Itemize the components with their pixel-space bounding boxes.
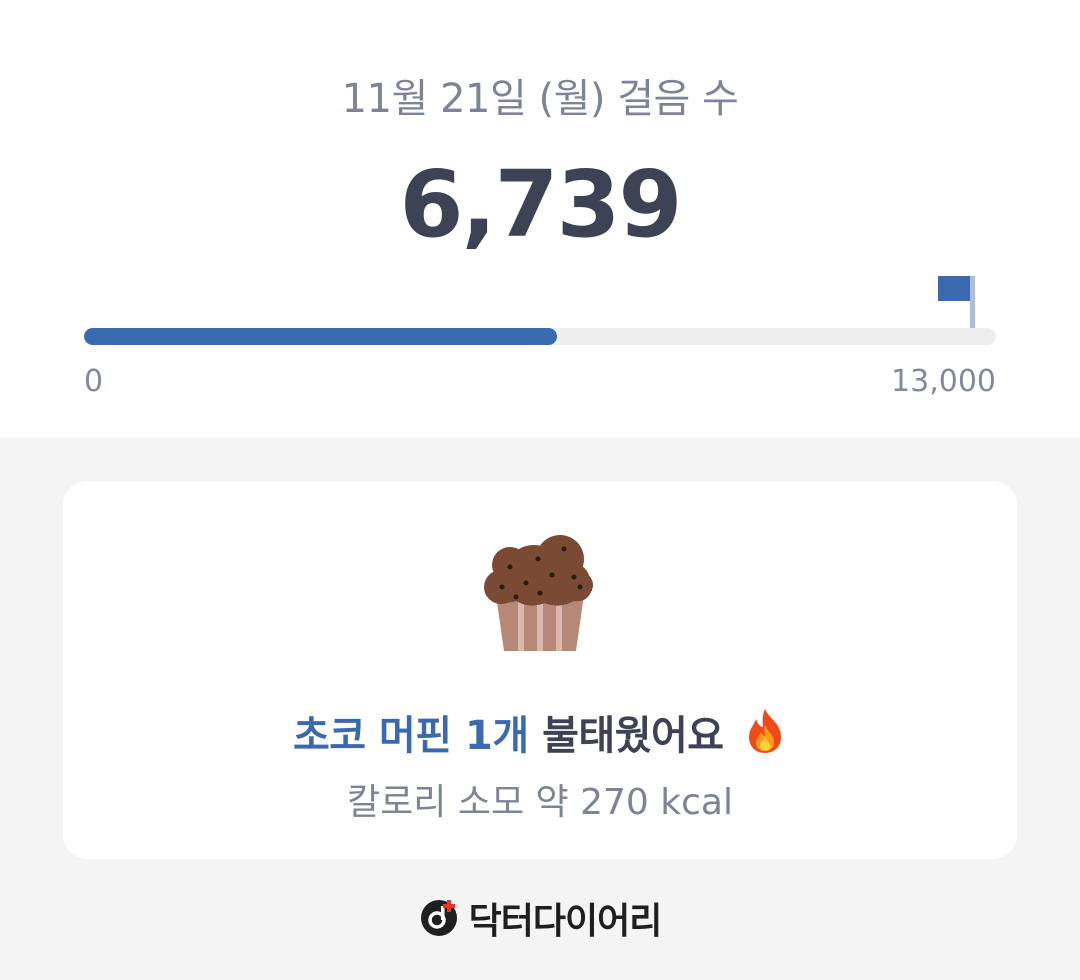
date-title: 11월 21일 (월) 걸음 수 <box>341 76 739 122</box>
calorie-burn-message: 초코 머핀 1개 불태웠어요 <box>63 703 1017 761</box>
goal-flag-icon <box>938 276 975 330</box>
calorie-consumption-text: 칼로리 소모 약 270 kcal <box>347 782 733 823</box>
progress-min-label: 0 <box>84 364 104 399</box>
step-summary-section: 11월 21일 (월) 걸음 수 6,739 0 13,000 <box>0 0 1080 438</box>
brand-footer: 닥터다이어리 <box>0 892 1080 942</box>
chocolate-muffin-icon <box>484 535 593 651</box>
fire-icon <box>749 709 782 753</box>
brand-name: 닥터다이어리 <box>468 901 663 942</box>
calorie-burn-card: 초코 머핀 1개 불태웠어요 칼로리 소모 약 270 kcal <box>63 481 1017 859</box>
step-count: 6,739 <box>399 151 682 258</box>
food-equivalent-label: 초코 머핀 1개 <box>292 713 529 759</box>
step-progress-bar <box>84 328 996 345</box>
progress-goal-label: 13,000 <box>891 364 996 399</box>
step-progress-fill <box>84 328 557 345</box>
burn-message-suffix: 불태웠어요 <box>542 713 724 759</box>
doctor-diary-logo-icon <box>420 900 457 936</box>
